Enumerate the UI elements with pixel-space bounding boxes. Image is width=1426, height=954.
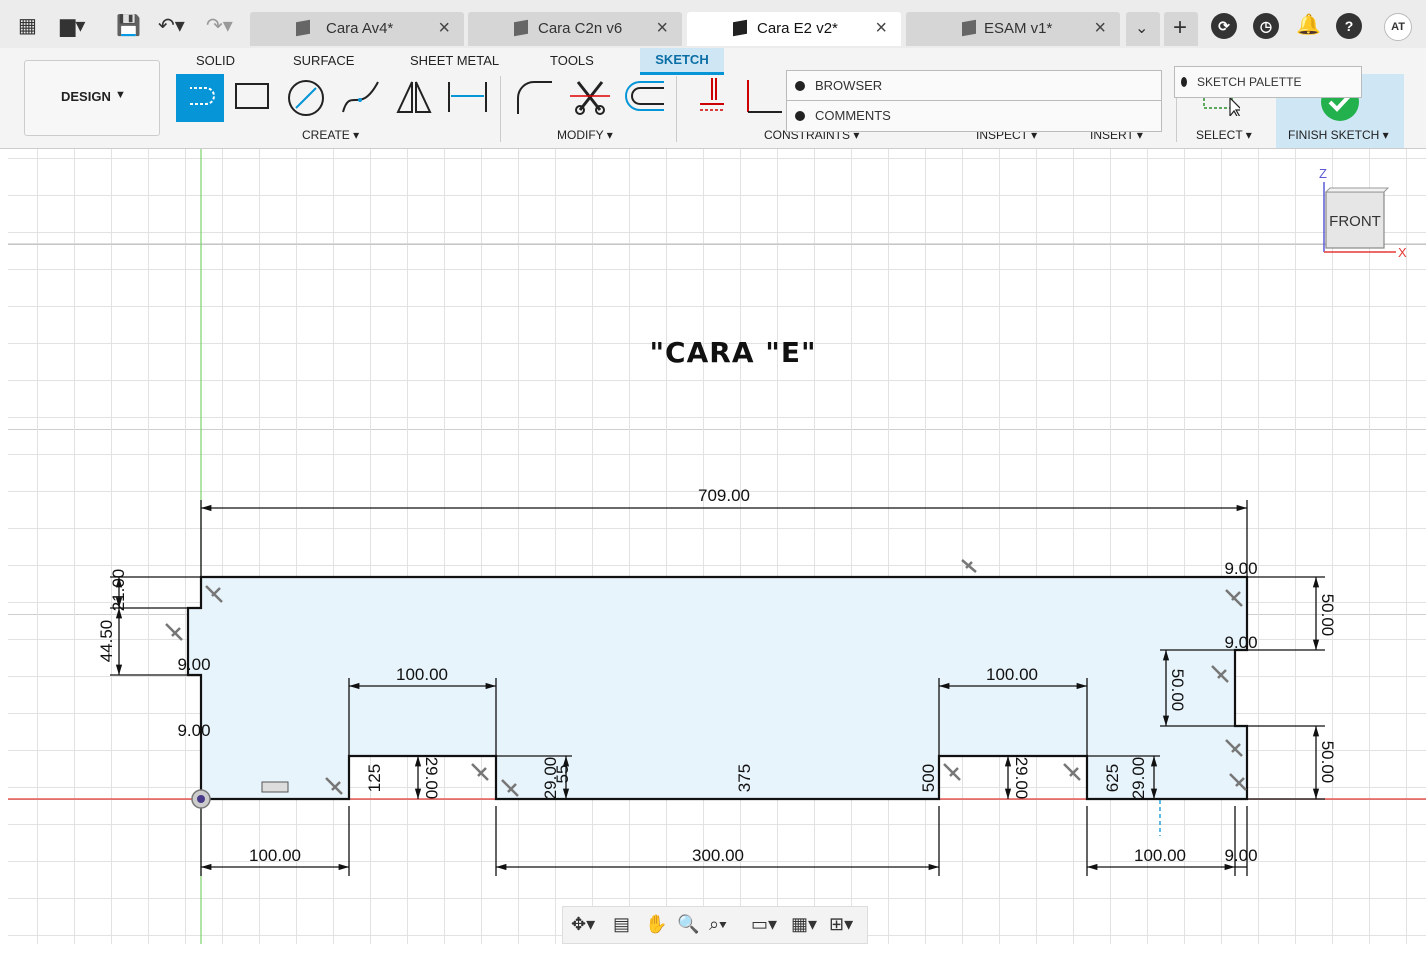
dim-bottom-right[interactable]: 100.00: [1134, 846, 1186, 865]
dim-left-top[interactable]: 21.00: [109, 569, 128, 612]
viewcube-face-label: FRONT: [1329, 213, 1381, 230]
dim-bottom-right-notch[interactable]: 9.00: [1224, 846, 1257, 865]
zoom-icon[interactable]: 🔍: [677, 914, 699, 935]
dim-small-625[interactable]: 625: [1103, 764, 1122, 792]
pan-hand-icon[interactable]: ✋: [645, 914, 667, 935]
dim-right-notch[interactable]: 9.00: [1224, 633, 1257, 652]
dim-left-notch-2[interactable]: 9.00: [177, 721, 210, 740]
grid-settings-icon[interactable]: ▦▾: [791, 914, 817, 935]
sketch-profile[interactable]: [186, 575, 1249, 801]
dim-top-right-notch[interactable]: 9.00: [1224, 559, 1257, 578]
dim-overall-width[interactable]: 709.00: [698, 486, 750, 505]
origin-point-dot: [197, 795, 205, 803]
fit-icon[interactable]: ⌕▾: [709, 914, 727, 935]
orbit-icon[interactable]: ✥▾: [571, 914, 595, 935]
viewports-icon[interactable]: ⊞▾: [829, 914, 853, 935]
navigation-bar: ✥▾ ▤ ✋ 🔍 ⌕▾ ▭▾ ▦▾ ⊞▾: [562, 906, 868, 944]
dim-bottom-left[interactable]: 100.00: [249, 846, 301, 865]
dim-left-notch[interactable]: 9.00: [177, 655, 210, 674]
dim-slot-depth-1[interactable]: 29.00: [422, 757, 441, 800]
dim-right-bottom-height[interactable]: 50.00: [1318, 741, 1337, 784]
viewcube[interactable]: FRONT Z X: [1319, 166, 1407, 260]
dim-right-mid-height[interactable]: 50.00: [1168, 669, 1187, 712]
sketch-drawing: "CARA "E" 709.00 9.00 9.00 50.00 50.00 5…: [8, 149, 1426, 944]
display-settings-icon[interactable]: ▭▾: [751, 914, 777, 935]
dim-left-height[interactable]: 44.50: [97, 620, 116, 663]
dim-bottom-mid[interactable]: 300.00: [692, 846, 744, 865]
x-axis-label: X: [1398, 245, 1407, 260]
z-axis-label: Z: [1319, 166, 1327, 181]
dim-small-375[interactable]: 375: [735, 764, 754, 792]
horizontal-constraint-icon: [261, 781, 289, 793]
look-at-icon[interactable]: ▤: [613, 914, 630, 935]
dim-right-top-height[interactable]: 50.00: [1318, 594, 1337, 637]
dim-slot-depth-4[interactable]: 29.00: [1129, 757, 1148, 800]
dim-slot-depth-2[interactable]: 29.00: [1012, 757, 1031, 800]
dim-slot2-width[interactable]: 100.00: [986, 665, 1038, 684]
dim-small-500[interactable]: 500: [919, 764, 938, 792]
dim-slot1-width[interactable]: 100.00: [396, 665, 448, 684]
dim-small-55[interactable]: 55: [553, 765, 572, 784]
sketch-text[interactable]: "CARA "E": [649, 336, 816, 369]
dim-small-125[interactable]: 125: [365, 764, 384, 792]
